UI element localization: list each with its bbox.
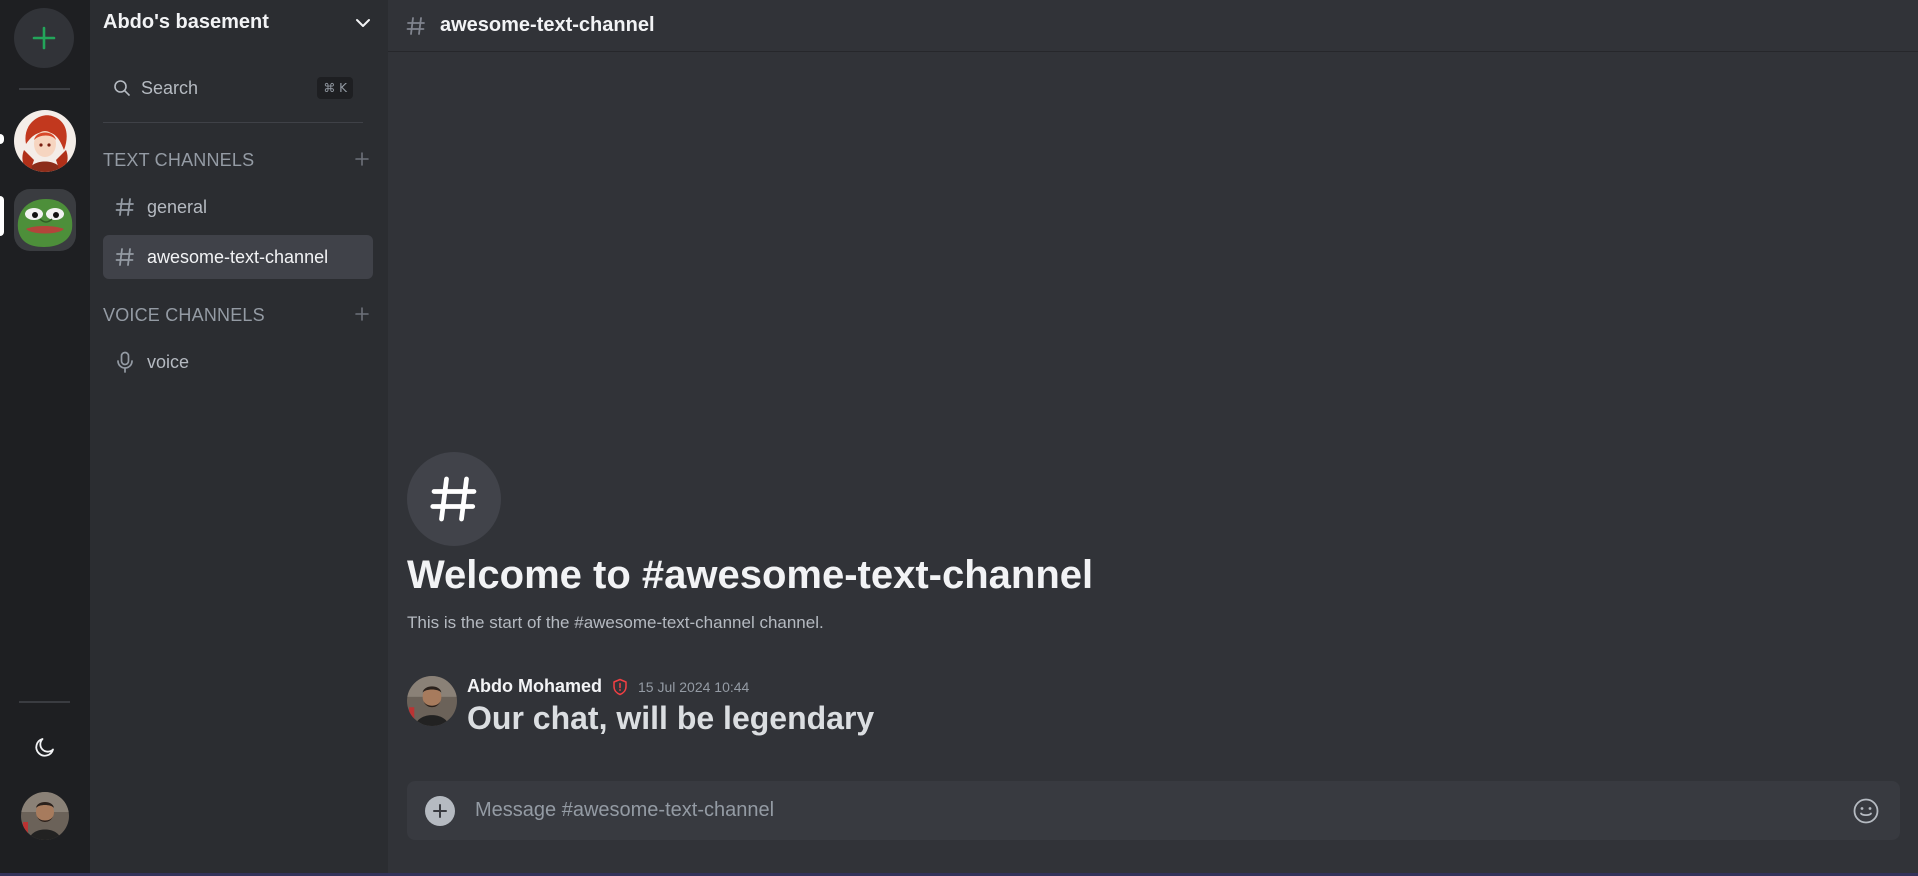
search-button[interactable]: Search ⌘ K: [103, 71, 363, 105]
server-name: Abdo's basement: [103, 11, 269, 33]
server-pepe[interactable]: [14, 189, 76, 251]
search-icon: [114, 80, 130, 96]
theme-toggle-button[interactable]: [21, 723, 69, 771]
message-content: Our chat, will be legendary: [467, 700, 875, 736]
channel-title: awesome-text-channel: [440, 14, 655, 36]
hash-icon: [113, 197, 137, 217]
channel-welcome-icon: [407, 452, 501, 546]
server-unread-pill: [0, 134, 4, 144]
hash-icon: [406, 16, 425, 35]
message-input[interactable]: [475, 799, 1850, 822]
channel-label: voice: [147, 351, 190, 372]
anime-avatar-icon: [14, 110, 76, 172]
moon-icon: [35, 738, 54, 757]
search-shortcut: ⌘ K: [317, 77, 353, 99]
server-active-pill: [0, 196, 4, 236]
add-channel-button[interactable]: [355, 150, 369, 170]
server-rail: [0, 0, 90, 873]
user-avatar-icon: [21, 792, 69, 840]
rail-divider-bottom: [19, 701, 70, 703]
welcome-subtitle: This is the start of the #awesome-text-c…: [407, 613, 824, 632]
shield-alert-icon: [612, 678, 628, 696]
category-label: TEXT CHANNELS: [103, 149, 255, 170]
search-label: Search: [141, 77, 199, 98]
welcome-title: Welcome to #awesome-text-channel: [407, 553, 1094, 597]
hash-icon: [113, 247, 137, 267]
chevron-down-icon: [356, 18, 370, 27]
channel-general[interactable]: general: [103, 185, 373, 229]
message-composer: [407, 781, 1900, 840]
hash-icon: [430, 476, 477, 522]
message-avatar[interactable]: [407, 676, 457, 726]
smile-icon: [1853, 798, 1879, 823]
message-author[interactable]: Abdo Mohamed: [467, 676, 602, 697]
pepe-avatar-icon: [14, 189, 76, 251]
category-voice-channels[interactable]: VOICE CHANNELS: [103, 303, 373, 327]
plus-icon: [355, 152, 369, 166]
add-server-button[interactable]: [14, 8, 74, 68]
sidebar-divider: [103, 122, 363, 123]
channel-awesome-text-channel[interactable]: awesome-text-channel: [103, 235, 373, 279]
plus-icon: [32, 26, 56, 50]
microphone-icon: [113, 351, 137, 373]
plus-icon: [433, 803, 447, 818]
message-meta: Abdo Mohamed 15 Jul 2024 10:44: [467, 676, 749, 697]
server-header[interactable]: Abdo's basement: [90, 0, 388, 45]
message-timestamp: 15 Jul 2024 10:44: [638, 678, 750, 695]
channel-header: awesome-text-channel: [388, 0, 1918, 52]
server-anime[interactable]: [14, 110, 76, 172]
channel-sidebar: Abdo's basement Search ⌘ K TEXT CHANNELS…: [90, 0, 388, 873]
category-text-channels[interactable]: TEXT CHANNELS: [103, 148, 373, 172]
user-avatar-icon: [407, 676, 457, 726]
category-label: VOICE CHANNELS: [103, 304, 265, 325]
emoji-button[interactable]: [1850, 795, 1882, 827]
channel-voice[interactable]: voice: [103, 340, 373, 384]
add-channel-button[interactable]: [355, 305, 369, 325]
channel-label: awesome-text-channel: [147, 246, 329, 267]
attach-button[interactable]: [425, 795, 455, 826]
channel-label: general: [147, 196, 208, 217]
plus-icon: [355, 307, 369, 321]
rail-divider: [19, 88, 70, 90]
user-avatar[interactable]: [21, 792, 69, 840]
